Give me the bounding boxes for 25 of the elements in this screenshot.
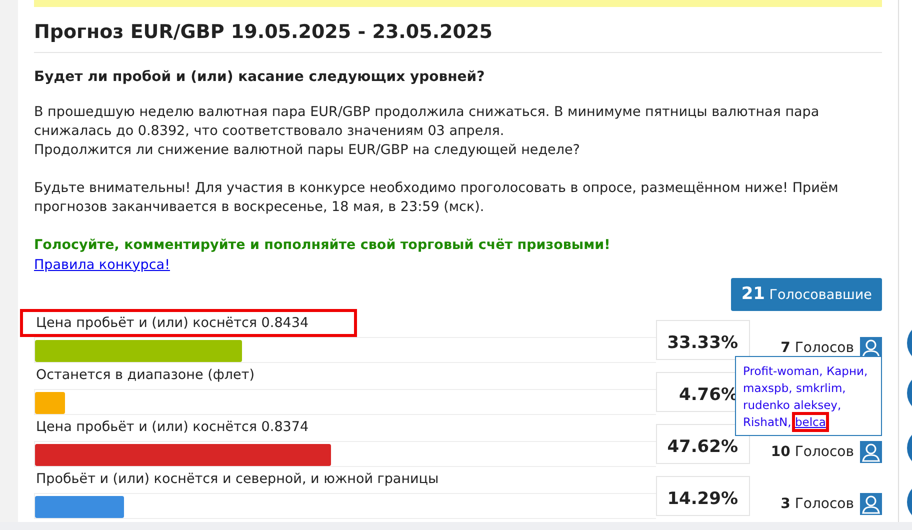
votes-count: 3 Голосов: [780, 495, 854, 514]
paragraph: В прошедшую неделю валютная пара EUR/GBP продолжила снижаться. В минимуме пятницы валютная пара снижалась до 0.8392, что соответствовало значениям 03 апреля. Продолжится ли снижение валютной пары EUR/GBP на следующей неделе?: [34, 102, 820, 160]
votes-count: 7 Голосов: [780, 339, 854, 358]
voter-link[interactable]: rudenko aleksey: [743, 398, 838, 412]
voters-popup: Profit-woman, Карни, maxspb, smkrlim, rudenko aleksey, RishatN, belca: [735, 356, 882, 436]
voter-link[interactable]: belca: [794, 415, 826, 430]
voter-link[interactable]: smkrlim: [796, 381, 842, 396]
call-to-action: Голосуйте, комментируйте и пополняйте свой торговый счёт призовыми!: [34, 236, 612, 255]
rules-link[interactable]: Правила конкурса!: [34, 256, 170, 273]
option-label: Цена пробьёт и (или) коснётся 0.8434: [20, 309, 357, 338]
voters-button[interactable]: 21 Голосовавшие: [731, 278, 882, 312]
voter-link[interactable]: Карни: [826, 364, 864, 378]
page-title: Прогноз EUR/GBP 19.05.2025 - 23.05.2025: [34, 21, 882, 53]
votes-count: 10 Голосов: [770, 443, 854, 462]
paragraph: Будьте внимательны! Для участия в конкурсе необходимо проголосовать в опросе, размещённом ниже! Приём прогнозов заканчивается в воскресенье, 18 мая, в 23:59 (мск).: [34, 178, 840, 217]
voter-link[interactable]: Profit-woman: [743, 364, 820, 378]
option-label: Останется в диапазоне (флет): [35, 366, 256, 386]
user-icon[interactable]: [860, 493, 882, 516]
option-label: Цена пробьёт и (или) коснётся 0.8374: [35, 418, 310, 438]
user-icon[interactable]: [860, 441, 882, 464]
option-label: Пробьёт и (или) коснётся и северной, и южной границы: [35, 470, 440, 490]
question-heading: Будет ли пробой и (или) касание следующих уровней?: [34, 68, 486, 87]
voter-link[interactable]: maxspb: [743, 381, 789, 396]
percent-value: 33.33%: [656, 320, 750, 360]
percent-value: 14.29%: [656, 476, 750, 516]
